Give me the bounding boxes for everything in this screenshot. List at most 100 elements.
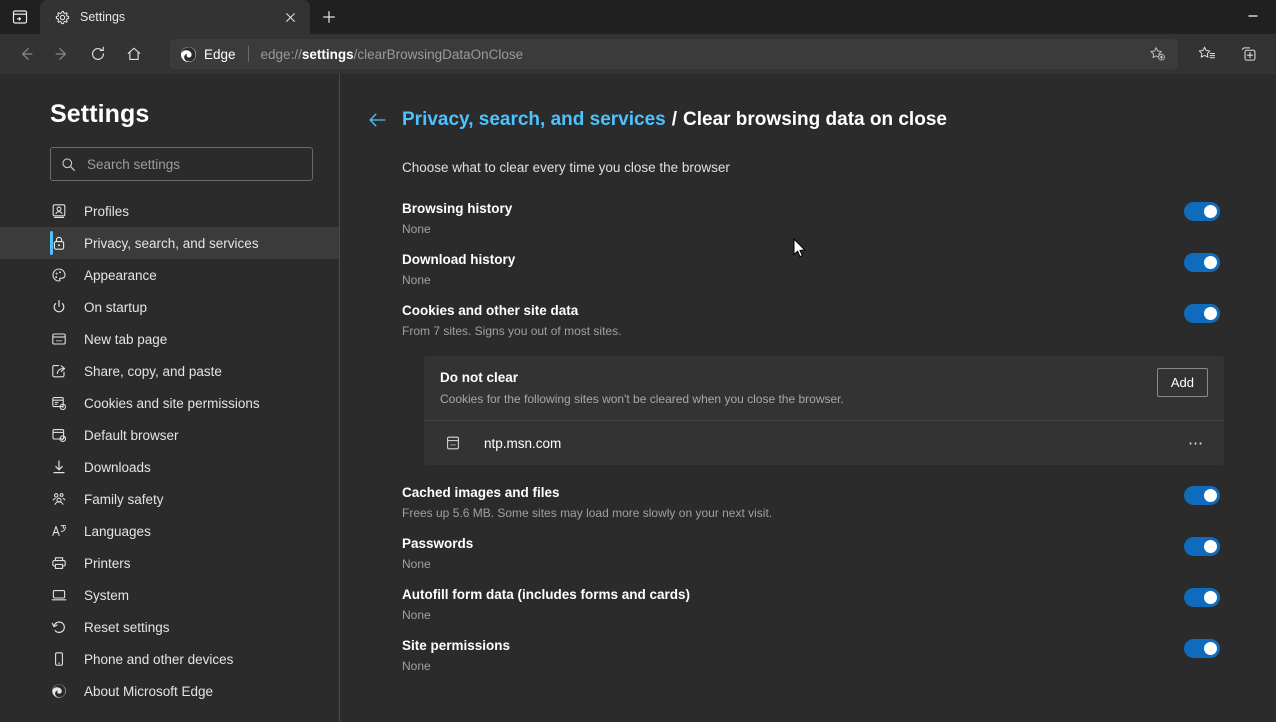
- minimize-button[interactable]: [1230, 0, 1276, 32]
- sidebar-item-cookies-and-site-permissions[interactable]: Cookies and site permissions: [0, 387, 339, 419]
- add-site-button[interactable]: Add: [1156, 368, 1208, 397]
- toggle-autofill-form-data[interactable]: [1184, 588, 1220, 607]
- site-more-options-button[interactable]: ⋯: [1182, 429, 1210, 457]
- sidebar-item-label: Printers: [84, 555, 131, 571]
- sidebar-item-languages[interactable]: Languages: [0, 515, 339, 547]
- home-button[interactable]: [116, 38, 152, 70]
- sidebar-item-label: Default browser: [84, 427, 179, 443]
- toggle-knob: [1204, 642, 1217, 655]
- site-name: ntp.msn.com: [484, 435, 562, 451]
- settings-sidebar: Settings Profiles: [0, 74, 340, 722]
- forward-button[interactable]: [44, 38, 80, 70]
- back-arrow-icon[interactable]: [366, 108, 390, 132]
- do-not-clear-site-row[interactable]: ntp.msn.com ⋯: [424, 421, 1224, 465]
- setting-title: Site permissions: [402, 638, 511, 653]
- forward-arrow-icon: [55, 48, 67, 60]
- setting-row-autofill-form-data: Autofill form data (includes forms and c…: [402, 587, 1220, 638]
- toggle-cookies-and-other-site-data[interactable]: [1184, 304, 1220, 323]
- toggle-knob: [1204, 489, 1217, 502]
- setting-subtitle: None: [402, 608, 431, 622]
- favorites-button[interactable]: [1188, 38, 1226, 70]
- tab-actions-menu-button[interactable]: [0, 0, 40, 34]
- edge-logo-icon: [180, 46, 197, 62]
- sidebar-item-phone-and-other-devices[interactable]: Phone and other devices: [0, 643, 339, 675]
- sidebar-item-downloads[interactable]: Downloads: [0, 451, 339, 483]
- setting-subtitle: None: [402, 222, 431, 236]
- setting-row-text: Browsing history None: [402, 201, 1168, 236]
- url-text: edge://settings/clearBrowsingDataOnClose: [261, 47, 1142, 62]
- sidebar-item-profiles[interactable]: Profiles: [0, 195, 339, 227]
- sidebar-item-appearance[interactable]: Appearance: [0, 259, 339, 291]
- toggle-knob: [1204, 540, 1217, 553]
- new-tab-button[interactable]: [312, 0, 346, 34]
- add-favorite-button[interactable]: [1142, 41, 1172, 67]
- address-bar[interactable]: Edge edge://settings/clearBrowsingDataOn…: [170, 39, 1178, 69]
- toggle-download-history[interactable]: [1184, 253, 1220, 272]
- sidebar-item-label: Phone and other devices: [84, 651, 234, 667]
- family-icon: [50, 490, 68, 508]
- browser-tab-settings[interactable]: Settings: [40, 0, 310, 34]
- do-not-clear-description: Cookies for the following sites won't be…: [440, 392, 844, 406]
- setting-title: Cached images and files: [402, 485, 560, 500]
- sidebar-item-label: Downloads: [84, 459, 151, 475]
- toggle-cached-images-and-files[interactable]: [1184, 486, 1220, 505]
- setting-row-site-permissions: Site permissions None: [402, 638, 1220, 689]
- collections-button[interactable]: [1230, 38, 1268, 70]
- star-plus-icon: [1149, 46, 1165, 61]
- sidebar-item-new-tab-page[interactable]: New tab page: [0, 323, 339, 355]
- do-not-clear-title: Do not clear: [440, 370, 519, 385]
- setting-row-text: Site permissions None: [402, 638, 1168, 673]
- sidebar-item-label: Privacy, search, and services: [84, 235, 259, 251]
- sidebar-item-on-startup[interactable]: On startup: [0, 291, 339, 323]
- browser-toolbar: Edge edge://settings/clearBrowsingDataOn…: [0, 34, 1276, 74]
- url-prefix: edge://: [260, 46, 302, 62]
- sidebar-item-privacy-search-and-services[interactable]: Privacy, search, and services: [0, 227, 339, 259]
- toggle-passwords[interactable]: [1184, 537, 1220, 556]
- setting-subtitle: Frees up 5.6 MB. Some sites may load mor…: [402, 506, 773, 520]
- toggle-knob: [1204, 591, 1217, 604]
- power-icon: [50, 298, 68, 316]
- sidebar-item-share-copy-and-paste[interactable]: Share, copy, and paste: [0, 355, 339, 387]
- collections-icon: [1242, 47, 1256, 61]
- setting-row-browsing-history: Browsing history None: [402, 201, 1220, 252]
- setting-row-text: Download history None: [402, 252, 1168, 287]
- setting-row-passwords: Passwords None: [402, 536, 1220, 587]
- close-icon[interactable]: [278, 5, 302, 29]
- reset-icon: [50, 618, 68, 636]
- home-icon: [127, 47, 141, 60]
- search-settings-box[interactable]: [50, 147, 313, 181]
- toggle-browsing-history[interactable]: [1184, 202, 1220, 221]
- system-icon: [50, 586, 68, 604]
- sidebar-item-label: Profiles: [84, 203, 130, 219]
- setting-title: Browsing history: [402, 201, 513, 216]
- sidebar-item-label: Reset settings: [84, 619, 170, 635]
- breadcrumb-parent-link[interactable]: Privacy, search, and services: [402, 109, 666, 131]
- refresh-button[interactable]: [80, 38, 116, 70]
- sidebar-item-reset-settings[interactable]: Reset settings: [0, 611, 339, 643]
- setting-row-cookies-and-other-site-data: Cookies and other site data From 7 sites…: [402, 303, 1220, 354]
- toggle-site-permissions[interactable]: [1184, 639, 1220, 658]
- sidebar-item-about-microsoft-edge[interactable]: About Microsoft Edge: [0, 675, 339, 707]
- default-browser-icon: [50, 426, 68, 444]
- toggle-knob: [1204, 307, 1217, 320]
- share-icon: [50, 362, 68, 380]
- sidebar-item-family-safety[interactable]: Family safety: [0, 483, 339, 515]
- setting-row-text: Cookies and other site data From 7 sites…: [402, 303, 1168, 338]
- sidebar-item-system[interactable]: System: [0, 579, 339, 611]
- search-input[interactable]: [87, 156, 302, 172]
- edge-logo-icon: [50, 682, 68, 700]
- back-button[interactable]: [8, 38, 44, 70]
- do-not-clear-header-text: Do not clear Cookies for the following s…: [440, 370, 1157, 406]
- setting-title: Passwords: [402, 536, 474, 551]
- setting-title: Download history: [402, 252, 516, 267]
- settings-page: Settings Profiles: [0, 74, 1276, 722]
- sidebar-item-label: New tab page: [84, 331, 168, 347]
- sidebar-item-label: Cookies and site permissions: [84, 395, 260, 411]
- search-icon: [62, 157, 75, 171]
- sidebar-item-label: Languages: [84, 523, 151, 539]
- sidebar-item-default-browser[interactable]: Default browser: [0, 419, 339, 451]
- printer-icon: [50, 554, 68, 572]
- plus-icon: [323, 11, 335, 23]
- breadcrumb-current: Clear browsing data on close: [683, 109, 947, 130]
- sidebar-item-printers[interactable]: Printers: [0, 547, 339, 579]
